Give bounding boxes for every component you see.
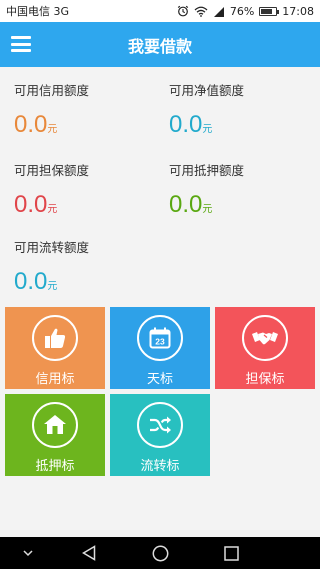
house-icon xyxy=(32,402,78,448)
mortgage-quota: 可用抵押额度 0.0元 xyxy=(169,160,244,219)
hamburger-menu-icon[interactable] xyxy=(11,36,31,52)
wifi-icon xyxy=(194,6,208,17)
tile-mortgage-loan[interactable]: 抵押标 xyxy=(5,394,105,476)
guarantee-quota: 可用担保额度 0.0元 xyxy=(14,160,89,219)
quota-amount: 0.0元 xyxy=(169,111,244,139)
battery-percent: 76% xyxy=(229,4,255,18)
tile-guarantee-loan[interactable]: 担保标 xyxy=(215,307,315,389)
quota-label: 可用抵押额度 xyxy=(169,163,245,178)
quota-amount: 0.0元 xyxy=(169,191,244,219)
quota-label: 可用信用额度 xyxy=(14,83,90,98)
transfer-quota: 可用流转额度 0.0元 xyxy=(14,237,89,296)
app-bar: 我要借款 xyxy=(0,22,320,67)
quota-value: 0.0 xyxy=(169,191,203,218)
status-icons: 76% 17:08 xyxy=(177,5,314,18)
shuffle-icon xyxy=(137,402,183,448)
page-title: 我要借款 xyxy=(127,36,192,56)
status-bar: 中国电信 3G 76% 17:08 xyxy=(0,0,320,22)
calendar-day: 23 xyxy=(155,337,165,347)
thumbs-up-icon xyxy=(32,315,78,361)
quota-amount: 0.0元 xyxy=(14,191,89,219)
carrier-name: 中国电信 3G xyxy=(6,5,70,18)
battery-icon xyxy=(259,6,280,16)
net-worth-quota: 可用净值额度 0.0元 xyxy=(169,80,244,139)
clock: 17:08 xyxy=(282,4,314,18)
chevron-down-icon[interactable] xyxy=(18,537,38,569)
signal-icon xyxy=(213,6,224,17)
tile-label: 担保标 xyxy=(245,372,285,387)
quota-value: 0.0 xyxy=(14,111,48,138)
quota-unit: 元 xyxy=(47,204,58,215)
home-circle-icon[interactable] xyxy=(149,537,171,569)
quota-label: 可用净值额度 xyxy=(169,83,245,98)
quota-value: 0.0 xyxy=(169,111,203,138)
handshake-icon xyxy=(242,315,288,361)
quota-value: 0.0 xyxy=(14,268,48,295)
tile-transfer-loan[interactable]: 流转标 xyxy=(110,394,210,476)
tile-label: 天标 xyxy=(146,372,173,387)
calendar-icon: 23 xyxy=(137,315,183,361)
back-triangle-icon[interactable] xyxy=(78,537,100,569)
alarm-icon xyxy=(177,5,189,17)
tile-label: 信用标 xyxy=(35,372,75,387)
credit-quota: 可用信用额度 0.0元 xyxy=(14,80,89,139)
quota-label: 可用担保额度 xyxy=(14,163,90,178)
quota-label: 可用流转额度 xyxy=(14,240,90,255)
tile-credit-loan[interactable]: 信用标 xyxy=(5,307,105,389)
quota-unit: 元 xyxy=(202,204,213,215)
recents-square-icon[interactable] xyxy=(220,537,242,569)
tile-label: 抵押标 xyxy=(35,459,75,474)
quota-unit: 元 xyxy=(47,281,58,292)
quota-amount: 0.0元 xyxy=(14,111,89,139)
quota-value: 0.0 xyxy=(14,191,48,218)
tile-label: 流转标 xyxy=(140,459,180,474)
quota-unit: 元 xyxy=(202,124,213,135)
tile-daily-loan[interactable]: 23 天标 xyxy=(110,307,210,389)
quota-unit: 元 xyxy=(47,124,58,135)
system-nav-bar xyxy=(0,537,320,569)
quota-amount: 0.0元 xyxy=(14,268,89,296)
